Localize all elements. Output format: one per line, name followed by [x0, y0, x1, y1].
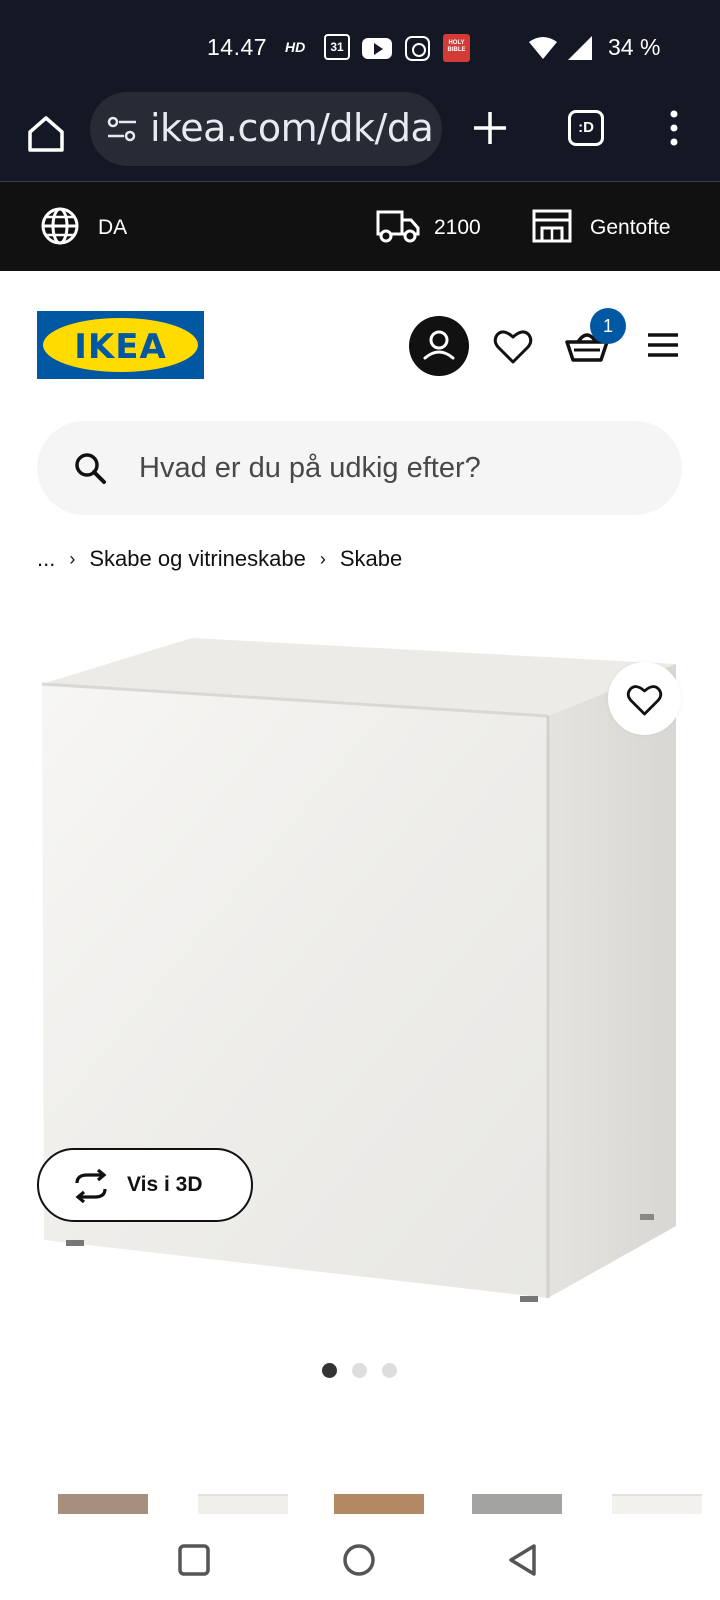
variant-thumbnail-white[interactable]	[198, 1494, 288, 1514]
favourites-heart-icon[interactable]	[492, 326, 534, 368]
view-in-3d-label: Vis i 3D	[127, 1173, 203, 1196]
calendar-icon: 31	[324, 34, 350, 60]
carousel-dot-2[interactable]	[352, 1363, 367, 1378]
logo-text: IKEA	[74, 327, 167, 367]
globe-icon	[41, 207, 79, 245]
heart-icon	[626, 685, 663, 716]
site-settings-icon[interactable]	[106, 114, 138, 144]
chevron-right-icon: ›	[69, 548, 76, 569]
wifi-icon	[529, 37, 557, 59]
browser-toolbar: ikea.com/dk/da :D	[0, 92, 720, 182]
view-in-3d-button[interactable]: Vis i 3D	[37, 1148, 253, 1222]
battery-percentage: 34 %	[608, 34, 661, 60]
language-selector[interactable]: DA	[40, 206, 140, 248]
breadcrumb-item-cabinets-display[interactable]: Skabe og vitrineskabe	[89, 546, 305, 572]
store-name: Gentofte	[590, 216, 671, 239]
ikea-top-strip: DA 2100 Gentofte	[0, 182, 720, 271]
breadcrumb: ... › Skabe og vitrineskabe › Skabe	[37, 545, 402, 575]
account-button[interactable]	[409, 316, 469, 376]
product-image-white-cabinet[interactable]	[36, 636, 686, 1336]
breadcrumb-ellipsis[interactable]: ...	[37, 546, 55, 572]
ikea-logo[interactable]: IKEA	[37, 311, 204, 379]
variant-thumbnail-oak-effect[interactable]	[58, 1494, 148, 1514]
carousel-dot-3[interactable]	[382, 1363, 397, 1378]
home-circle-icon[interactable]	[341, 1542, 377, 1578]
chevron-right-icon: ›	[319, 548, 326, 569]
store-icon	[532, 209, 572, 243]
status-time: 14.47	[207, 34, 268, 60]
variant-thumbnail-walnut[interactable]	[334, 1494, 424, 1514]
back-triangle-icon[interactable]	[506, 1542, 540, 1578]
delivery-postcode: 2100	[434, 216, 481, 239]
search-icon[interactable]	[73, 451, 107, 485]
youtube-icon	[362, 38, 392, 59]
language-label: DA	[98, 216, 128, 239]
home-icon[interactable]	[24, 112, 68, 156]
url-text: ikea.com/dk/da	[150, 106, 434, 150]
truck-icon	[376, 210, 420, 243]
cart-count-badge: 1	[590, 308, 626, 344]
hd-icon: HD	[285, 39, 306, 55]
signal-icon	[568, 36, 592, 60]
rotate-3d-icon	[75, 1169, 107, 1203]
status-bar: 14.47 HD 31 HOLY BIBLE 34 %	[0, 0, 720, 92]
address-bar[interactable]: ikea.com/dk/da	[90, 92, 442, 166]
tab-switcher-button[interactable]: :D	[568, 110, 604, 146]
system-navigation-bar	[0, 1514, 720, 1600]
delivery-postcode-selector[interactable]: 2100	[376, 206, 488, 248]
breadcrumb-item-cabinets[interactable]: Skabe	[340, 546, 402, 572]
variant-thumbnail-grey[interactable]	[472, 1494, 562, 1514]
more-menu-icon[interactable]	[664, 108, 684, 148]
hamburger-menu-icon[interactable]	[646, 330, 680, 360]
user-icon	[423, 330, 455, 360]
carousel-dot-1[interactable]	[322, 1363, 337, 1378]
variant-thumbnail-white-2[interactable]	[612, 1494, 702, 1514]
bible-app-icon: HOLY BIBLE	[443, 34, 470, 62]
new-tab-icon[interactable]	[470, 108, 510, 148]
search-input[interactable]	[139, 443, 649, 493]
save-to-favourites-button[interactable]	[608, 662, 681, 735]
recent-apps-icon[interactable]	[177, 1543, 211, 1577]
instagram-icon	[405, 36, 430, 61]
search-bar[interactable]	[37, 421, 682, 515]
store-selector[interactable]: Gentofte	[532, 206, 692, 248]
